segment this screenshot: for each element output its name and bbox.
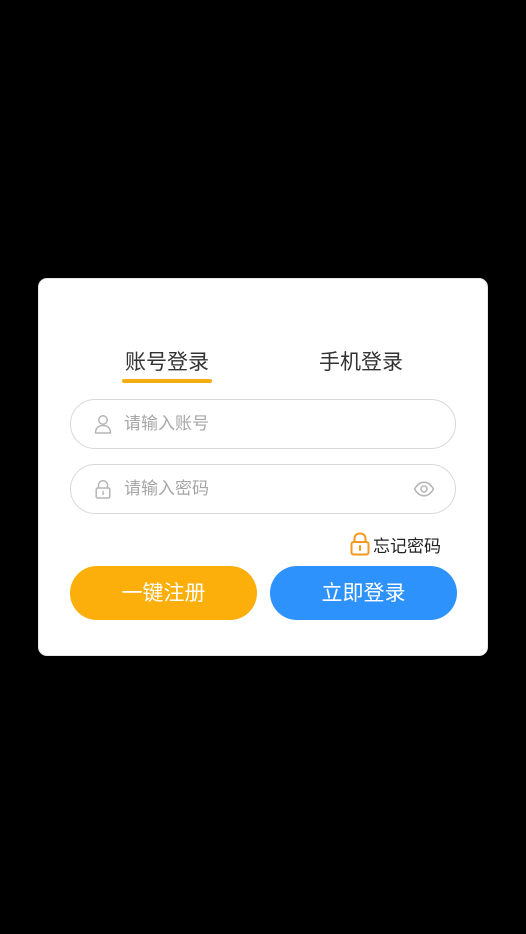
login-dialog: 账号登录 手机登录 请输入账号 忘记密码 一键注册 立即登录	[38, 278, 488, 656]
user-icon	[93, 414, 113, 434]
active-tab-indicator	[122, 379, 212, 383]
account-field[interactable]	[70, 399, 456, 449]
tab-account-login[interactable]: 账号登录	[122, 345, 212, 379]
register-button[interactable]: 一键注册	[70, 566, 257, 620]
lock-icon	[93, 479, 113, 499]
login-tabs: 账号登录 手机登录	[39, 345, 489, 385]
login-button[interactable]: 立即登录	[270, 566, 457, 620]
forgot-password-link[interactable]: 忘记密码	[350, 531, 441, 557]
tab-phone-login[interactable]: 手机登录	[316, 345, 406, 379]
forgot-password-label: 忘记密码	[373, 536, 441, 557]
password-field[interactable]	[70, 464, 456, 514]
eye-icon[interactable]	[413, 480, 435, 498]
account-input[interactable]	[124, 400, 394, 448]
password-input[interactable]	[124, 465, 394, 513]
unlock-icon	[350, 532, 370, 556]
